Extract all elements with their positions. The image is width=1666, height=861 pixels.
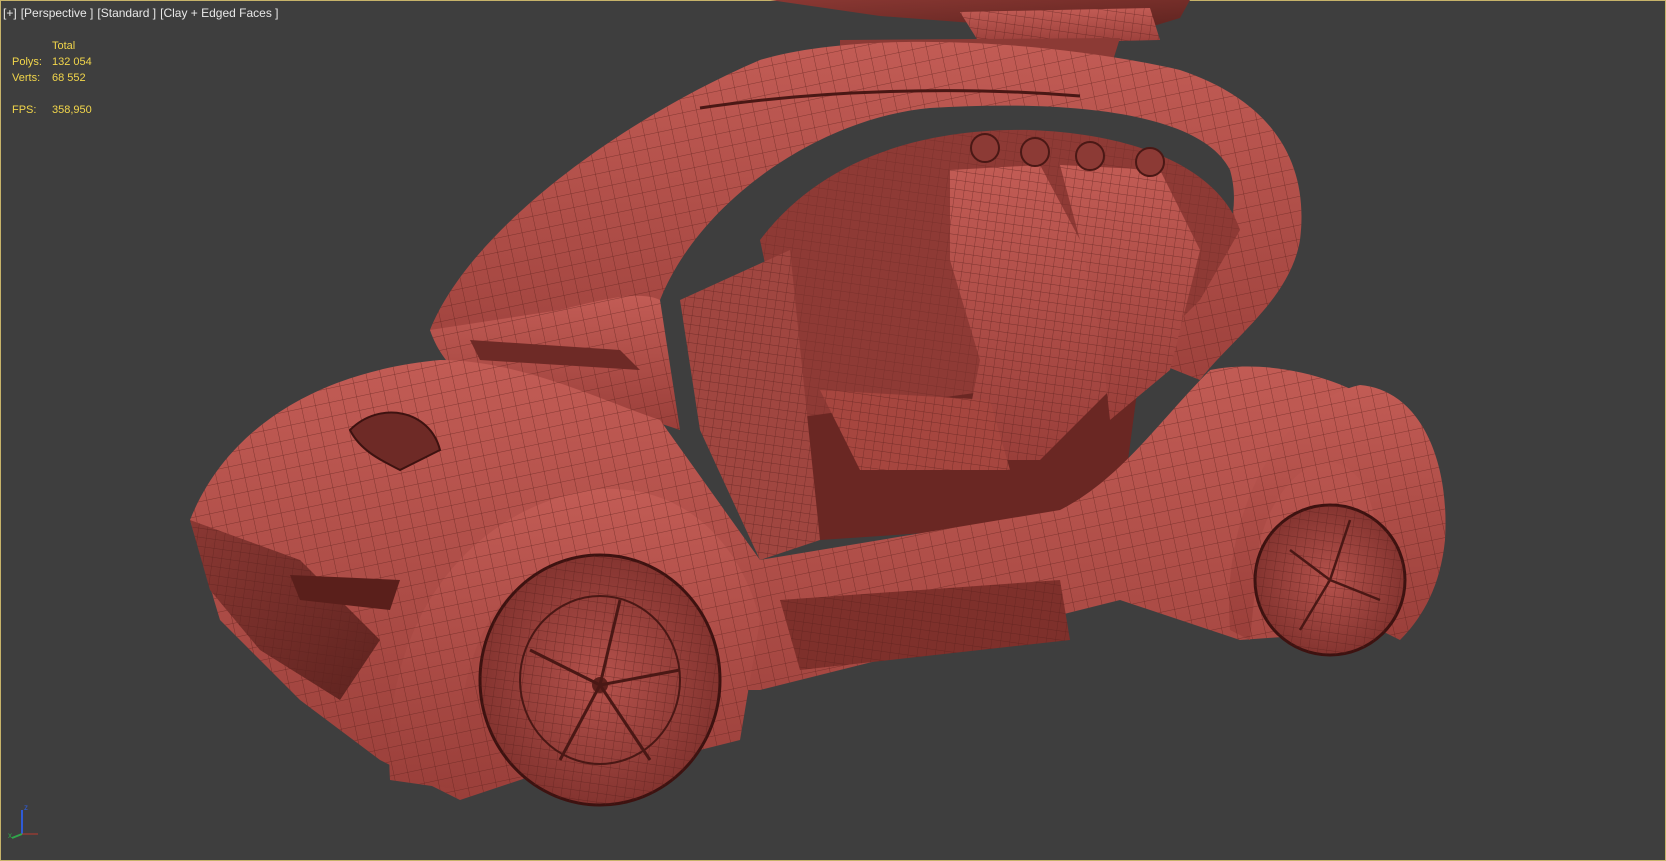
viewport-perspective[interactable]: [+] [Perspective ] [Standard ] [Clay + E… (0, 0, 1666, 861)
axis-gizmo: z x (8, 803, 38, 840)
front-wheel (478, 553, 722, 807)
car-model[interactable] (0, 0, 1666, 861)
gizmo-z-label: z (24, 803, 28, 812)
gizmo-x-label: x (8, 831, 12, 840)
